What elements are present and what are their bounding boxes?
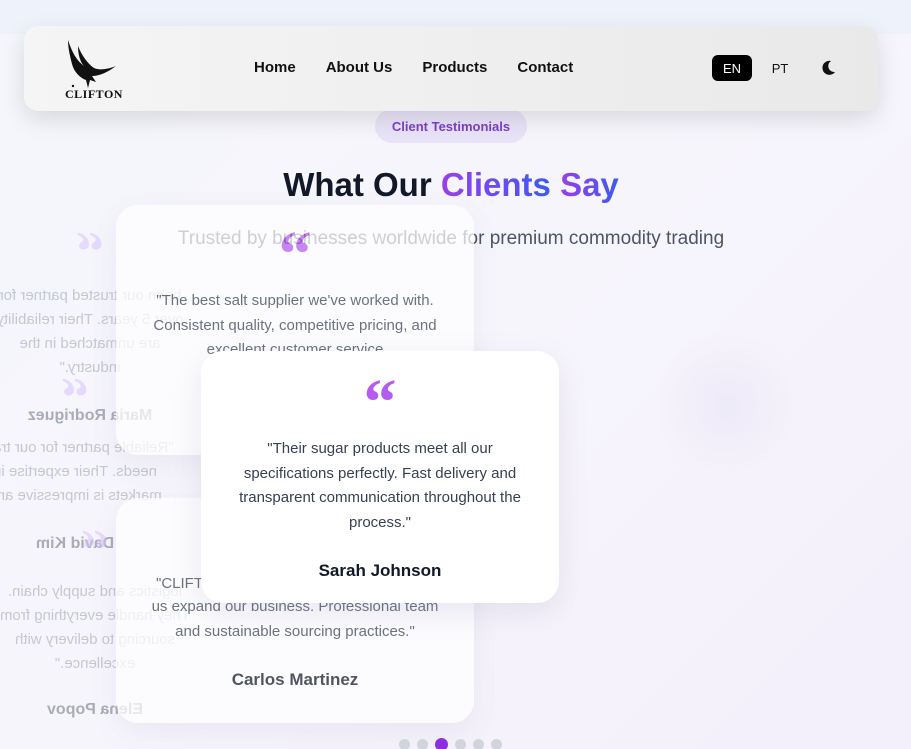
carousel-dot[interactable] (473, 739, 484, 749)
title-plain: What Our (283, 166, 441, 203)
nav-about-us[interactable]: About Us (326, 59, 393, 76)
testimonial-card-active[interactable]: “ "Their sugar products meet all our spe… (201, 351, 559, 603)
testimonial-name: Carlos Martinez (231, 670, 359, 689)
testimonial-text-partial: "CLIFT (156, 575, 203, 592)
lang-en-button[interactable]: EN (712, 55, 752, 81)
carousel-dots (399, 738, 502, 749)
carousel-dot[interactable] (455, 739, 466, 749)
carousel-dot[interactable] (491, 739, 502, 749)
nav-links: Home About Us Products Contact (254, 59, 573, 76)
nav-contact[interactable]: Contact (517, 59, 573, 76)
lang-pt-button[interactable]: PT (766, 55, 794, 81)
carousel-dot[interactable] (399, 739, 410, 749)
testimonial-name: Sarah Johnson (318, 561, 442, 580)
title-word-clients: Clients (440, 166, 551, 203)
quote-icon: “ (278, 218, 312, 291)
testimonial-text: "Their sugar products meet all our speci… (239, 440, 521, 531)
quote-icon: “ (363, 366, 397, 439)
title-word-say: Say (560, 166, 619, 203)
moon-icon[interactable] (818, 58, 838, 78)
nav-home[interactable]: Home (254, 59, 296, 76)
logo-text: CLIFTON (65, 87, 123, 101)
section-badge: Client Testimonials (375, 109, 527, 143)
carousel-dot[interactable] (417, 739, 428, 749)
carousel-dot-active[interactable] (435, 738, 448, 749)
navbar: CLIFTON Home About Us Products Contact E… (24, 26, 878, 111)
section-title: What Our Clients Say (0, 166, 902, 204)
nav-products[interactable]: Products (422, 59, 487, 76)
decorative-ring (652, 330, 802, 480)
